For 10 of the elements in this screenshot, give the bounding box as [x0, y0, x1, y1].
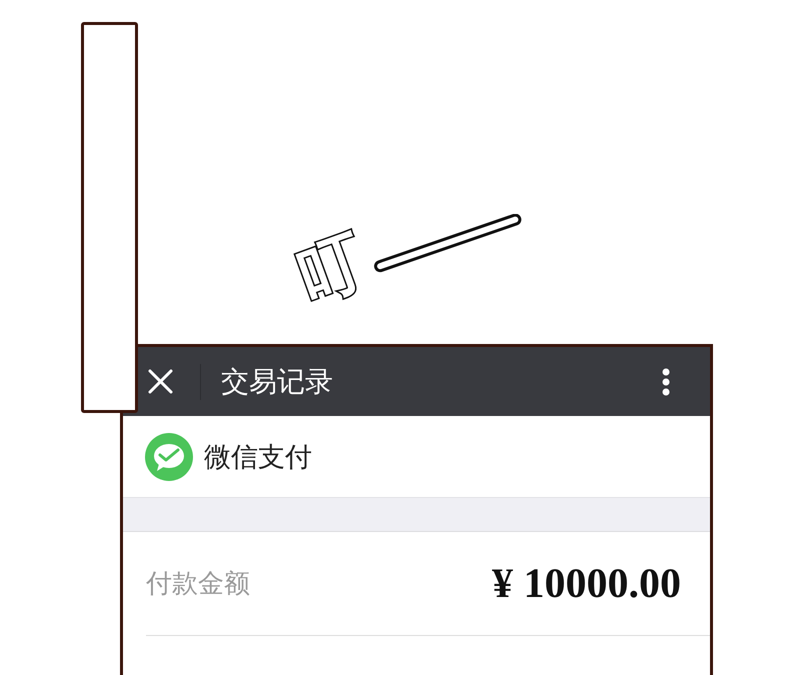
page-title: 交易记录	[221, 364, 333, 400]
merchant-name: 微信支付	[204, 440, 312, 474]
detail-value: ¥ 10000.00	[492, 560, 681, 608]
detail-label: 付款金额	[146, 568, 250, 601]
more-icon	[662, 368, 670, 396]
chat-bubble-check-icon	[145, 432, 193, 480]
close-icon	[148, 369, 173, 394]
sound-effect-text: 叮	[288, 226, 374, 312]
close-button[interactable]	[148, 369, 173, 394]
more-button[interactable]	[662, 368, 670, 396]
